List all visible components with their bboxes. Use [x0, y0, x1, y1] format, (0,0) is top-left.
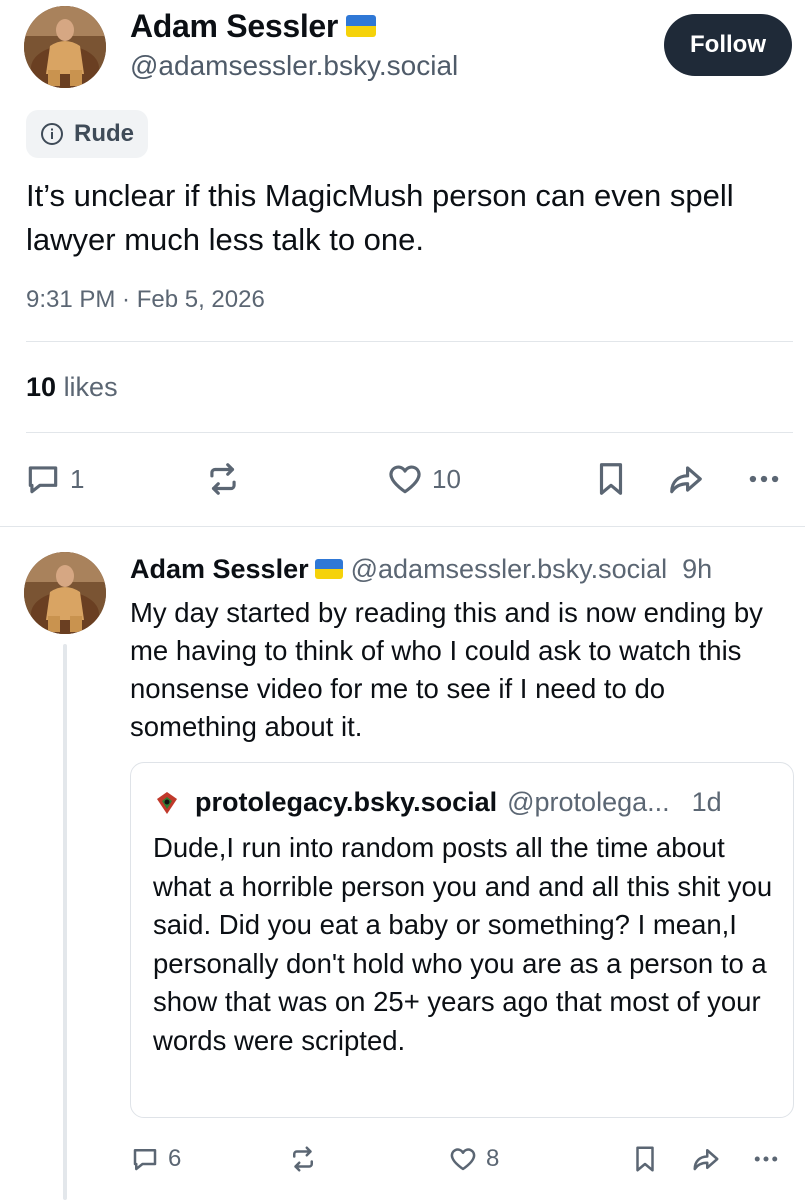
- post-text: It’s unclear if this MagicMush person ca…: [26, 178, 734, 257]
- quote-time: 1d: [691, 787, 722, 817]
- reply-header: Adam Sessler @adamsessler.bsky.social 9h: [130, 554, 800, 585]
- reply-button[interactable]: 1: [24, 460, 84, 498]
- reply-time[interactable]: 9h: [682, 554, 712, 584]
- ellipsis-icon: [754, 1156, 778, 1162]
- reply-icon: [28, 466, 58, 494]
- divider: [26, 341, 793, 342]
- section-divider: [0, 526, 805, 527]
- content-label-text: Rude: [74, 120, 134, 147]
- divider: [26, 432, 793, 433]
- reply-button[interactable]: 6: [130, 1144, 181, 1174]
- content-label-chip[interactable]: Rude: [26, 110, 148, 158]
- heart-icon: [389, 465, 421, 494]
- follow-button[interactable]: Follow: [664, 14, 792, 76]
- more-options-button[interactable]: [744, 460, 784, 498]
- like-button[interactable]: 8: [448, 1144, 499, 1174]
- ukraine-flag-icon: [346, 14, 377, 37]
- bookmark-icon: [636, 1146, 654, 1172]
- share-button[interactable]: [690, 1144, 722, 1174]
- author-handle[interactable]: @adamsessler.bsky.social: [130, 50, 458, 82]
- post-timestamp: 9:31 PM · Feb 5, 2026: [26, 286, 265, 313]
- share-button[interactable]: [666, 460, 706, 498]
- likes-count-link[interactable]: 10 likes: [26, 372, 118, 403]
- quote-author-avatar: [153, 788, 181, 817]
- reply-author-name[interactable]: Adam Sessler: [130, 554, 309, 584]
- repost-icon: [210, 463, 236, 495]
- share-arrow-icon: [693, 1149, 719, 1171]
- bookmark-icon: [599, 463, 623, 495]
- quote-author-name: protolegacy.bsky.social: [195, 787, 498, 817]
- like-button[interactable]: 10: [386, 460, 461, 498]
- repost-button[interactable]: [204, 460, 242, 498]
- repost-icon: [293, 1146, 313, 1172]
- info-icon: [41, 123, 63, 145]
- ellipsis-icon: [749, 475, 779, 483]
- quote-author-handle: @protolega...: [507, 787, 670, 817]
- quote-header: protolegacy.bsky.social @protolega... 1d: [153, 787, 722, 818]
- reply-icon: [133, 1149, 157, 1171]
- reply-text: My day started by reading this and is no…: [130, 597, 763, 742]
- quoted-post-card[interactable]: protolegacy.bsky.social @protolega... 1d…: [130, 762, 794, 1118]
- heart-icon: [450, 1148, 476, 1171]
- reply-author-handle[interactable]: @adamsessler.bsky.social: [351, 554, 668, 584]
- author-display-name[interactable]: Adam Sessler: [130, 8, 377, 45]
- thread-line: [63, 644, 67, 1200]
- reply-author-avatar[interactable]: [24, 552, 106, 634]
- bookmark-button[interactable]: [630, 1144, 660, 1174]
- more-options-button[interactable]: [750, 1144, 782, 1174]
- quote-text: Dude,I run into random posts all the tim…: [153, 832, 773, 1056]
- bookmark-button[interactable]: [592, 460, 630, 498]
- author-avatar[interactable]: [24, 6, 106, 88]
- ukraine-flag-icon: [314, 558, 343, 579]
- share-arrow-icon: [670, 466, 702, 494]
- repost-button[interactable]: [288, 1144, 318, 1174]
